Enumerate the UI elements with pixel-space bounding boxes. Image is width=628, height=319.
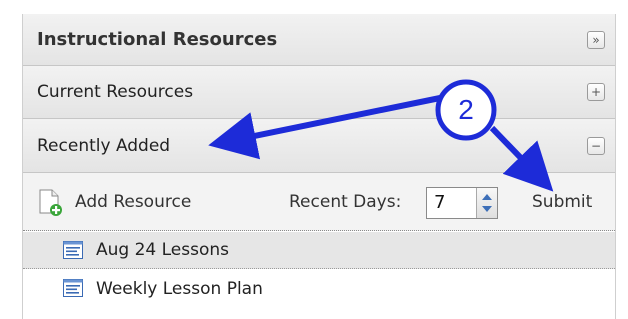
callout-arrow-right	[489, 125, 554, 192]
callout-number: 2	[458, 94, 474, 125]
callout-annotation	[208, 79, 554, 192]
callout-arrow-left	[208, 95, 441, 160]
